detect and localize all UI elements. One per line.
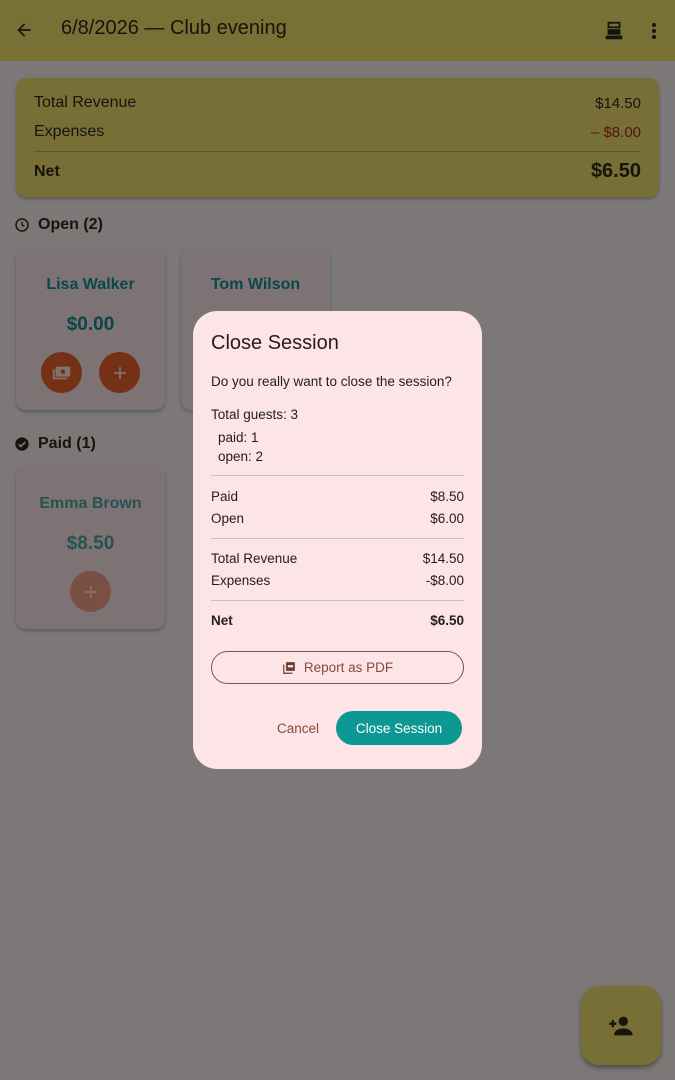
report-pdf-button[interactable]: Report as PDF	[211, 651, 464, 684]
dialog-net-value: $6.50	[430, 613, 464, 628]
dialog-expenses-label: Expenses	[211, 573, 271, 588]
dialog-divider	[211, 475, 464, 476]
dialog-divider	[211, 600, 464, 601]
dialog-expenses-row: Expenses -$8.00	[211, 573, 464, 588]
dialog-paid-value: $8.50	[430, 489, 464, 504]
dialog-expenses-value: -$8.00	[425, 573, 464, 588]
dialog-open-row: Open $6.00	[211, 511, 464, 526]
dialog-revenue-row: Total Revenue $14.50	[211, 551, 464, 566]
dialog-net-row: Net $6.50	[211, 613, 464, 628]
dialog-open-label: Open	[211, 511, 245, 526]
dialog-open-value: $6.00	[430, 511, 464, 526]
dialog-divider	[211, 538, 464, 539]
dialog-paid-count: paid: 1	[218, 430, 259, 445]
dialog-question: Do you really want to close the session?	[211, 374, 452, 389]
dialog-title: Close Session	[211, 332, 339, 354]
dialog-total-guests: Total guests: 3	[211, 407, 299, 422]
pdf-icon	[283, 661, 295, 674]
cancel-button[interactable]: Cancel	[269, 713, 327, 743]
dialog-paid-label: Paid	[211, 489, 239, 504]
close-session-dialog: Close Session Do you really want to clos…	[193, 311, 482, 769]
dialog-net-label: Net	[211, 613, 233, 628]
dialog-paid-row: Paid $8.50	[211, 489, 464, 504]
dialog-revenue-label: Total Revenue	[211, 551, 298, 566]
report-pdf-label: Report as PDF	[303, 660, 394, 675]
dialog-open-count: open: 2	[218, 449, 264, 464]
close-session-button[interactable]: Close Session	[336, 711, 462, 745]
dialog-revenue-value: $14.50	[422, 551, 464, 566]
